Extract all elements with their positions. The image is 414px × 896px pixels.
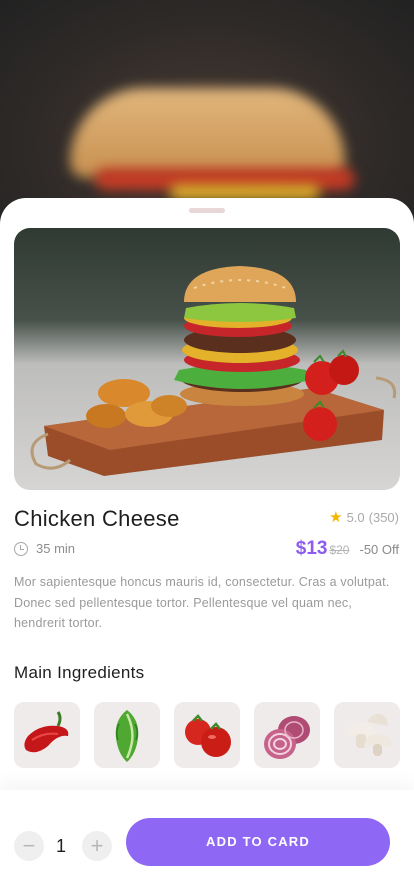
mushroom-icon — [346, 714, 392, 756]
tomato-icon — [185, 714, 231, 757]
add-to-cart-button[interactable]: ADD TO CARD — [126, 818, 390, 866]
sheet-drag-handle[interactable] — [189, 208, 225, 213]
discount-label: -50 Off — [359, 542, 399, 557]
chili-pepper-icon — [24, 711, 69, 753]
star-icon: ★ — [329, 509, 343, 526]
ingredient-lettuce[interactable] — [94, 702, 160, 768]
blurred-burger-cheese — [170, 185, 320, 199]
prep-time: 35 min — [14, 541, 75, 556]
bottom-action-bar: − 1 + ADD TO CARD — [0, 790, 414, 896]
decrease-quantity-button[interactable]: − — [14, 831, 44, 861]
increase-quantity-button[interactable]: + — [82, 831, 112, 861]
ingredients-list — [14, 702, 400, 768]
blurred-burger-bun — [70, 88, 345, 178]
old-price: $20 — [329, 543, 350, 557]
price: $13 — [295, 538, 328, 559]
product-image — [14, 228, 400, 490]
onion-icon — [264, 716, 310, 759]
ingredient-mushroom[interactable] — [334, 702, 400, 768]
product-description: Mor sapientesque honcus mauris id, conse… — [14, 575, 390, 630]
price-row: $13 $20 -50 Off — [296, 538, 399, 560]
ingredient-tomato[interactable] — [174, 702, 240, 768]
quantity-value: 1 — [56, 836, 67, 856]
rating: ★ 5.0 (350) — [329, 510, 399, 525]
rating-value: 5.0 — [346, 510, 365, 525]
prep-time-value: 35 min — [36, 541, 76, 556]
rating-count: (350) — [368, 510, 399, 525]
ingredient-onion[interactable] — [254, 702, 320, 768]
ingredient-chili-pepper[interactable] — [14, 702, 80, 768]
ingredients-title: Main Ingredients — [14, 663, 145, 682]
lettuce-icon — [115, 710, 139, 762]
product-title: Chicken Cheese — [14, 506, 180, 531]
clock-icon — [14, 541, 28, 556]
